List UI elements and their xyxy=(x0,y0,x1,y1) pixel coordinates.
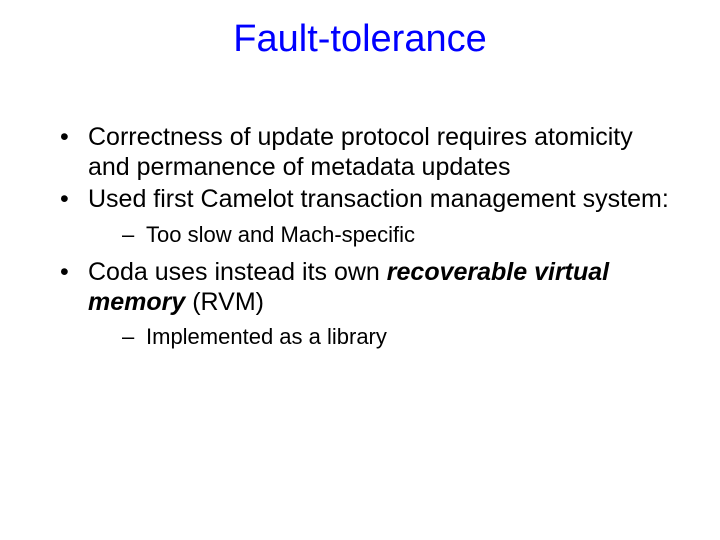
bullet-text-post: (RVM) xyxy=(185,288,264,316)
bullet-text: Used first Camelot transaction managemen… xyxy=(88,185,669,213)
sub-bullet-text: Implemented as a library xyxy=(146,324,387,349)
bullet-item: Coda uses instead its own recoverable vi… xyxy=(60,258,670,351)
bullet-text-pre: Coda uses instead its own xyxy=(88,258,387,286)
sub-bullet-text: Too slow and Mach-specific xyxy=(146,222,415,247)
sub-bullet-list: Too slow and Mach-specific xyxy=(122,221,670,249)
bullet-list: Correctness of update protocol requires … xyxy=(60,123,670,351)
sub-bullet-list: Implemented as a library xyxy=(122,323,670,351)
slide: { "title": "Fault-tolerance", "bullets":… xyxy=(0,0,720,540)
sub-bullet-item: Too slow and Mach-specific xyxy=(122,221,670,249)
bullet-item: Correctness of update protocol requires … xyxy=(60,123,670,182)
bullet-item: Used first Camelot transaction managemen… xyxy=(60,185,670,248)
slide-title: Fault-tolerance xyxy=(0,0,720,61)
slide-body: Correctness of update protocol requires … xyxy=(0,123,720,351)
sub-bullet-item: Implemented as a library xyxy=(122,323,670,351)
bullet-text: Correctness of update protocol requires … xyxy=(88,123,633,181)
